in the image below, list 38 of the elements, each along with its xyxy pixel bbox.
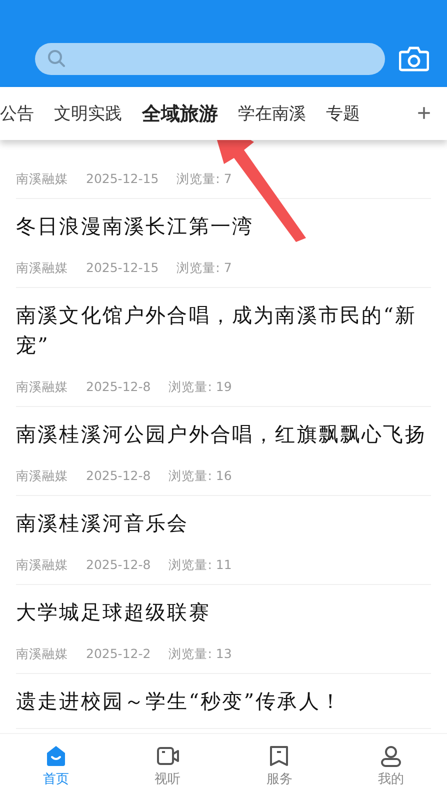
nav-tab[interactable]: 我的 — [335, 734, 447, 798]
view-count: 浏览量: 7 — [176, 261, 232, 275]
article-date: 2025-12-8 — [86, 469, 151, 483]
view-count: 浏览量: 11 — [168, 558, 232, 572]
person-icon — [379, 744, 404, 768]
view-count: 浏览量: 16 — [168, 469, 232, 483]
article-date: 2025-12-8 — [86, 380, 151, 394]
nav-tab[interactable]: 服务 — [224, 734, 336, 798]
article-source: 南溪融媒 — [16, 469, 68, 483]
article-date: 2025-12-2 — [86, 647, 151, 661]
tab[interactable]: 公告 — [0, 102, 34, 125]
video-camera-icon — [156, 744, 180, 768]
article-date: 2025-12-15 — [86, 172, 159, 186]
tab[interactable]: 全域旅游 — [142, 100, 218, 126]
article-title[interactable]: 大学城足球超级联赛 — [16, 597, 431, 627]
article-title[interactable]: 南溪桂溪河公园户外合唱，红旗飘飘心飞扬 — [16, 419, 431, 449]
article-source: 南溪融媒 — [16, 647, 68, 661]
view-count: 浏览量: 7 — [176, 172, 232, 186]
article-title[interactable]: 南溪文化馆户外合唱，成为南溪市民的“新宠” — [16, 300, 431, 360]
search-field[interactable] — [35, 42, 385, 74]
article-title[interactable]: 冬日浪漫南溪长江第一湾 — [16, 211, 431, 241]
article-source: 南溪融媒 — [16, 380, 68, 394]
search-icon — [47, 48, 67, 68]
article-title[interactable]: 南溪桂溪河音乐会 — [16, 508, 431, 538]
article-source: 南溪融媒 — [16, 558, 68, 572]
article-title[interactable]: 遗走进校园～学生“秒变”传承人！ — [16, 686, 431, 716]
add-tab-button[interactable]: + — [416, 100, 431, 128]
view-count: 浏览量: 13 — [168, 647, 232, 661]
article-source: 南溪融媒 — [16, 172, 68, 186]
article-date: 2025-12-15 — [86, 261, 159, 275]
nav-tab[interactable]: 视听 — [112, 734, 224, 798]
camera-icon[interactable] — [399, 46, 429, 72]
tab[interactable]: 文明实践 — [54, 102, 122, 125]
view-count: 浏览量: 19 — [168, 380, 232, 394]
tab[interactable]: 学在南溪 — [238, 102, 306, 125]
article-date: 2025-12-8 — [86, 558, 151, 572]
tab[interactable]: 专题 — [326, 102, 360, 125]
article-source: 南溪融媒 — [16, 261, 68, 275]
